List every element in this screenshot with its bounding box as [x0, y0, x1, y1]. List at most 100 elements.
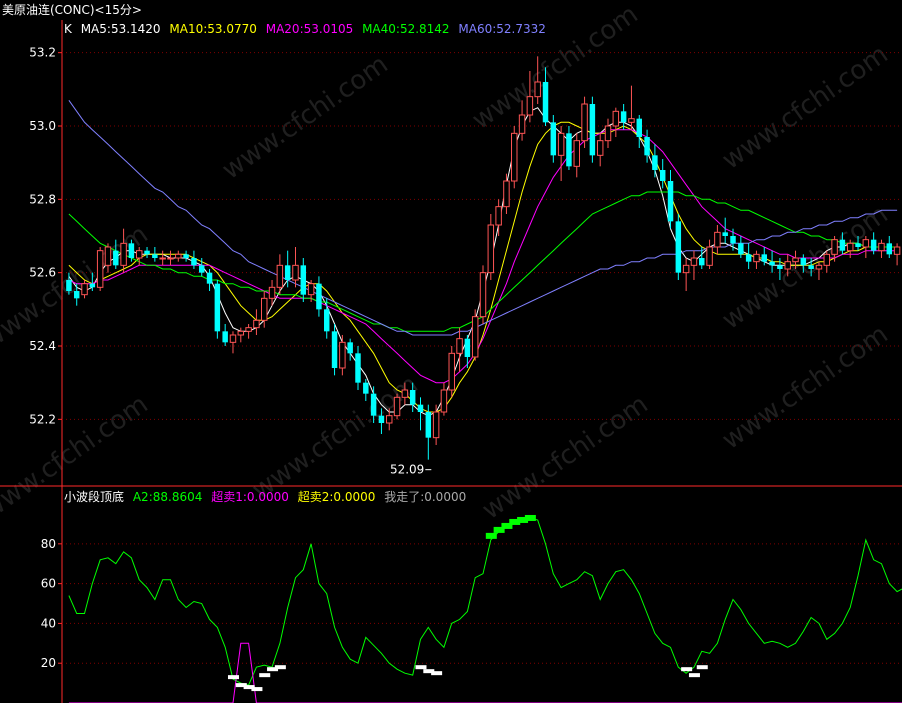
candle-body	[589, 104, 596, 156]
candle-body	[769, 261, 775, 266]
candle-body	[448, 352, 455, 391]
candle-body	[128, 243, 135, 258]
white-marker	[274, 665, 286, 670]
legend-ma60: MA60:52.7332	[458, 22, 546, 36]
indicator-y-tick-label: 20	[41, 656, 56, 670]
candle-body	[425, 412, 432, 438]
low-price-label: 52.09	[390, 463, 424, 477]
candle-body	[526, 96, 534, 116]
y-tick-label: 53.2	[29, 46, 56, 60]
candle-body	[722, 232, 728, 236]
green-marker	[524, 514, 536, 521]
candle-body	[183, 254, 189, 258]
candle-body	[831, 239, 838, 255]
candle-body	[870, 239, 877, 251]
candle-body	[823, 253, 831, 266]
oversold1-line	[68, 642, 902, 703]
legend-a2: A2:88.8604	[132, 490, 203, 504]
candle-body	[518, 114, 526, 134]
watermark-text: www.cfchi.com	[717, 199, 894, 335]
watermark-text: www.cfchi.com	[717, 319, 894, 455]
candle-body	[839, 239, 846, 251]
watermark-text: www.cfchi.com	[0, 389, 154, 525]
candle-body	[495, 206, 502, 226]
candle-body	[534, 81, 541, 98]
candle-body	[331, 331, 338, 368]
candle-body	[511, 132, 518, 182]
candle-body	[542, 82, 549, 123]
candle-body	[550, 122, 557, 156]
candle-body	[268, 286, 276, 299]
candle-body	[659, 170, 666, 181]
candle-body	[652, 155, 658, 170]
legend-ma40: MA40:52.8142	[362, 22, 450, 36]
candle-body	[393, 396, 401, 417]
candle-body	[471, 316, 479, 358]
candle-body	[878, 242, 885, 252]
candle-body	[682, 264, 690, 274]
candle-body	[300, 265, 307, 295]
candle-body	[260, 297, 268, 321]
candle-body	[675, 221, 682, 273]
candle-body	[636, 118, 642, 137]
candle-body	[503, 180, 510, 208]
main-legend: K MA5:53.1420 MA10:53.0770 MA20:53.0105 …	[64, 21, 551, 37]
candle-body	[714, 231, 721, 248]
candle-body	[738, 243, 744, 255]
candle-body	[135, 250, 143, 259]
white-marker	[681, 667, 693, 672]
green-marker	[485, 532, 497, 539]
watermark-text: www.cfchi.com	[717, 39, 894, 175]
white-marker	[259, 673, 271, 678]
candle-body	[73, 291, 80, 299]
candle-body	[198, 265, 205, 273]
candle-body	[159, 257, 166, 260]
candle-body	[229, 334, 237, 343]
candle-body	[417, 404, 424, 412]
candle-body	[440, 389, 448, 413]
candle-body	[573, 140, 580, 167]
chart-canvas[interactable]: www.cfchi.com www.cfchi.com www.cfchi.comw…	[0, 0, 902, 703]
candle-body	[862, 239, 870, 248]
candle-body	[792, 257, 799, 263]
candle-body	[699, 258, 705, 266]
candle-body	[730, 236, 736, 244]
candle-body	[307, 283, 315, 296]
legend-k: K	[64, 22, 72, 36]
candle-body	[104, 246, 112, 266]
candle-body	[245, 327, 252, 332]
legend-ma5: MA5:53.1420	[80, 22, 161, 36]
candle-body	[581, 103, 588, 142]
candle-body	[628, 118, 635, 123]
candle-body	[800, 258, 807, 266]
candle-body	[690, 257, 698, 266]
candle-body	[479, 272, 487, 318]
white-marker	[431, 671, 443, 676]
indicator-legend: 小波段顶底 A2:88.8604 超卖1:0.0000 超卖2:0.0000 我…	[64, 489, 471, 505]
candle-body	[175, 253, 182, 259]
chart-window: 美原油连(CONC)<15分> www.cfchi.com www.cfchi.c…	[0, 0, 902, 703]
candle-body	[144, 250, 150, 255]
candle-body	[316, 283, 322, 310]
white-marker	[415, 665, 427, 670]
candle-body	[409, 390, 416, 405]
candle-body	[596, 140, 604, 156]
candle-body	[214, 283, 221, 332]
candle-body	[644, 137, 650, 156]
candle-body	[566, 133, 572, 167]
candle-body	[253, 319, 260, 329]
candle-body	[784, 261, 791, 270]
candle-body	[355, 353, 361, 383]
candle-body	[81, 283, 88, 296]
candle-body	[120, 242, 127, 266]
indicator-y-tick-label: 40	[41, 616, 56, 630]
indicator-name: 小波段顶底	[64, 490, 125, 504]
white-marker	[251, 687, 263, 692]
candle-body	[456, 338, 463, 354]
indicator-y-tick-label: 80	[41, 537, 56, 551]
legend-leave: 我走了:0.0000	[384, 490, 467, 504]
candle-body	[292, 264, 299, 281]
candle-body	[761, 254, 768, 262]
candle-body	[96, 250, 104, 288]
candle-body	[893, 246, 901, 255]
